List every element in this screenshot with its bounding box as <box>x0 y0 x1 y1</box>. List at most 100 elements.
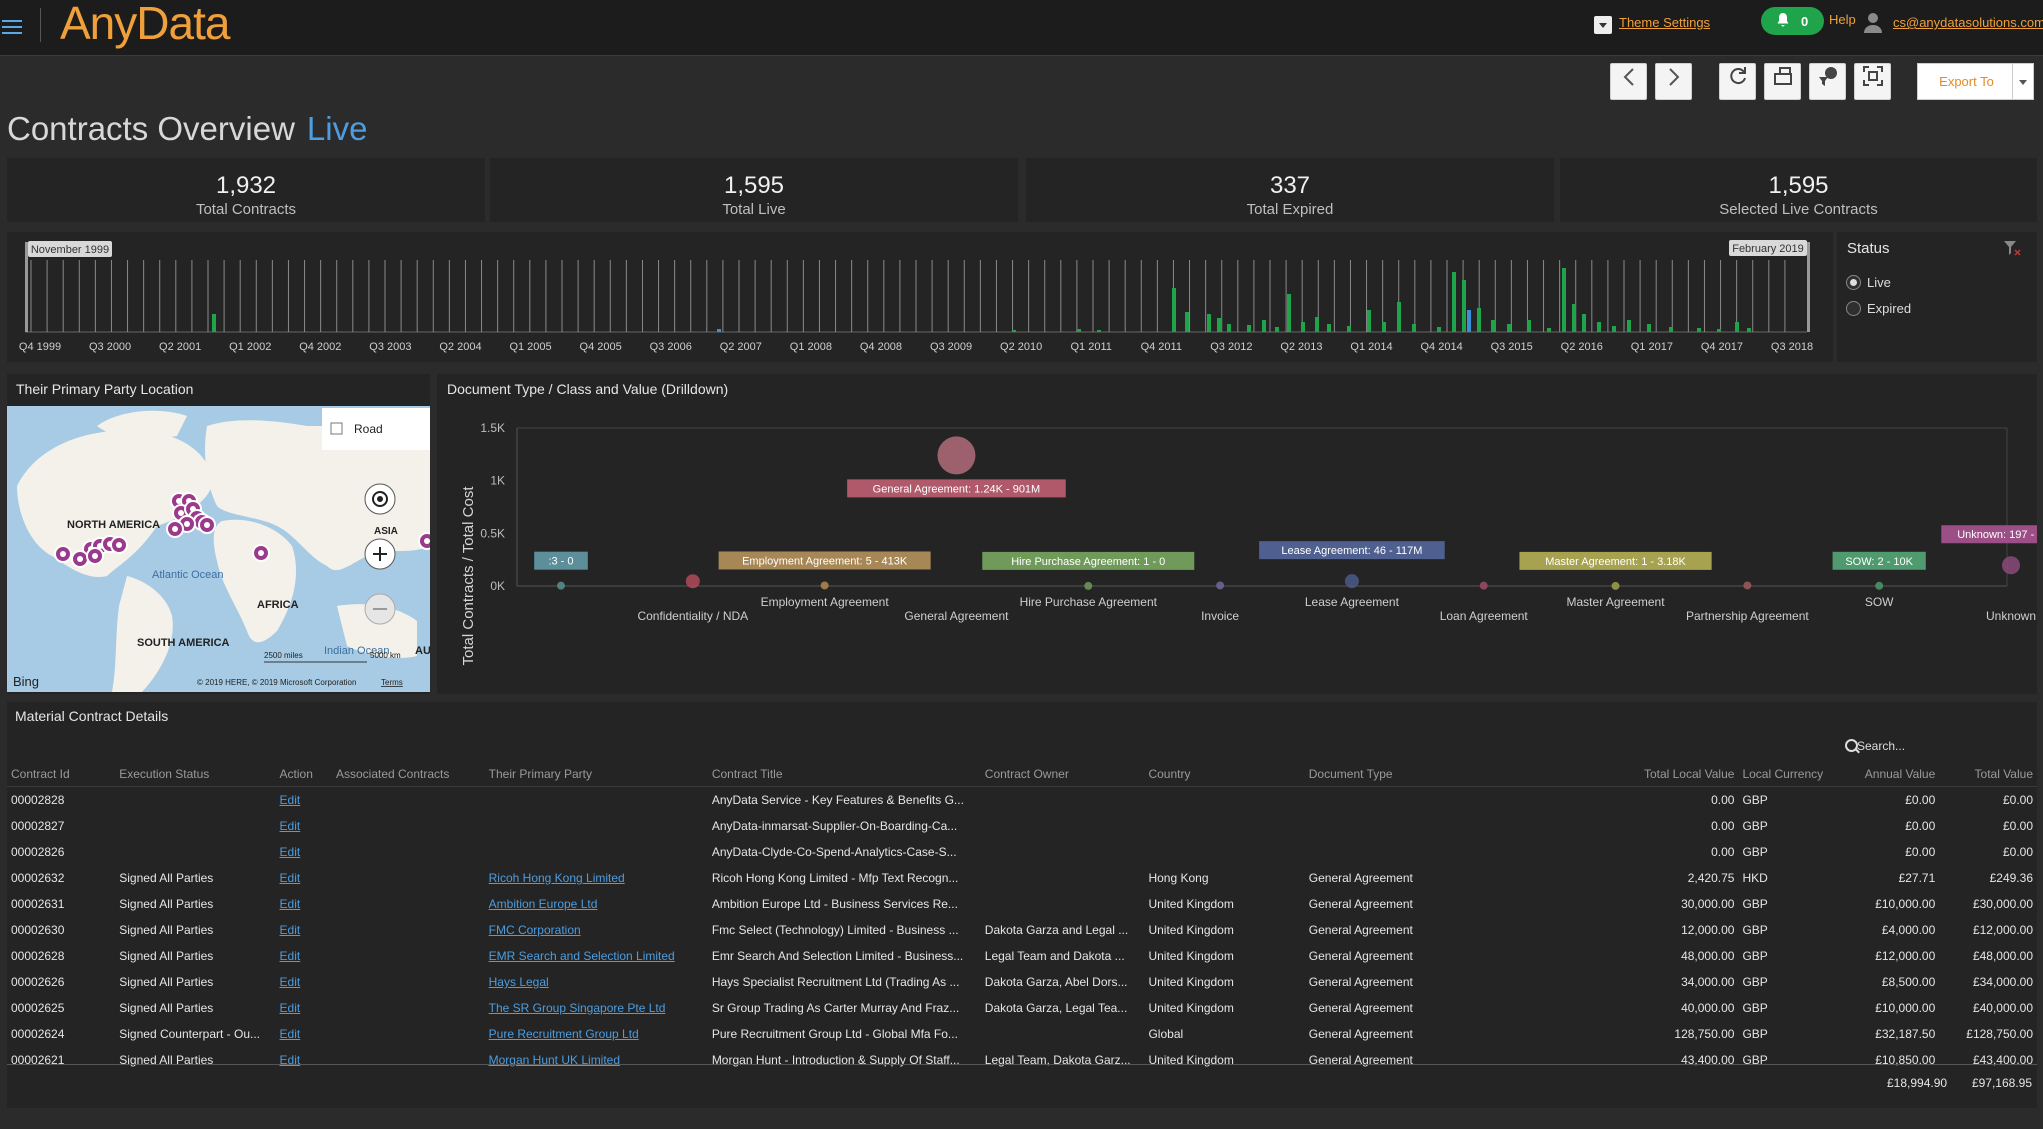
menu-icon[interactable] <box>2 16 22 36</box>
column-header[interactable]: Contract Title <box>707 762 981 787</box>
search-input[interactable]: Search... <box>1857 739 1905 753</box>
status-expired-radio[interactable] <box>1846 301 1861 316</box>
timeline-end-handle[interactable]: February 2019 <box>1729 240 1807 256</box>
export-button[interactable]: Export To <box>1917 63 2016 100</box>
edit-link[interactable]: Edit <box>280 975 301 989</box>
party-link[interactable]: Pure Recruitment Group Ltd <box>489 1027 639 1041</box>
edit-link[interactable]: Edit <box>280 923 301 937</box>
column-header[interactable]: Annual Value <box>1827 762 1940 787</box>
chart-point[interactable] <box>1084 581 1093 590</box>
column-header[interactable]: Their Primary Party <box>484 762 708 787</box>
export-dropdown-icon[interactable] <box>2012 63 2034 100</box>
table-row[interactable]: 00002828 Edit AnyData Service - Key Featur… <box>7 787 2037 814</box>
chart-point[interactable] <box>820 581 829 590</box>
column-header[interactable]: Action <box>275 762 332 787</box>
timeline-start-handle[interactable]: November 1999 <box>28 241 112 257</box>
column-header[interactable]: Contract Owner <box>980 762 1145 787</box>
theme-dropdown-icon[interactable] <box>1594 16 1612 34</box>
status-live-radio[interactable] <box>1846 275 1861 290</box>
table-row[interactable]: 00002826 Edit AnyData-Clyde-Co-Spend-Analy… <box>7 839 2037 865</box>
location-map[interactable]: NORTH AMERICA Atlantic Ocean AFRICA SOUT… <box>7 406 430 692</box>
help-link[interactable]: Help <box>1829 12 1856 27</box>
document-type-chart[interactable]: Total Contracts / Total Cost 0K 0.5K 1K 1.5… <box>437 404 2037 692</box>
user-email-link[interactable]: cs@anydatasolutions.com <box>1893 15 2043 30</box>
table-cell: Morgan Hunt - Introduction & Supply Of S… <box>711 1053 960 1067</box>
column-header[interactable]: Execution Status <box>115 762 276 787</box>
map-pin[interactable] <box>86 547 104 565</box>
table-cell: £128,750.00 <box>1966 1027 2033 1041</box>
table-row[interactable]: 00002621 Signed All Parties Edit Morgan Hun… <box>7 1047 2037 1073</box>
refresh-button[interactable] <box>1719 63 1756 100</box>
notifications-button[interactable]: 0 <box>1761 7 1824 35</box>
table-row[interactable]: 00002624 Signed Counterpart - Ou... Edit Pu… <box>7 1021 2037 1047</box>
filter-reset-button[interactable] <box>1809 63 1846 100</box>
column-header[interactable]: Total Value <box>1939 762 2037 787</box>
theme-settings-link[interactable]: Theme Settings <box>1619 15 1710 30</box>
chart-point[interactable] <box>1743 581 1752 590</box>
party-link[interactable]: The SR Group Singapore Pte Ltd <box>489 1001 666 1015</box>
map-pin[interactable] <box>71 550 89 568</box>
table-row[interactable]: 00002827 Edit AnyData-inmarsat-Supplier-On… <box>7 813 2037 839</box>
table-row[interactable]: 00002625 Signed All Parties Edit The SR Gro… <box>7 995 2037 1021</box>
chart-point[interactable] <box>1611 581 1620 590</box>
party-link[interactable]: EMR Search and Selection Limited <box>489 949 675 963</box>
edit-link[interactable]: Edit <box>280 1027 301 1041</box>
chart-point[interactable] <box>1344 574 1359 589</box>
table-cell <box>332 969 485 995</box>
map-pin[interactable] <box>418 532 430 550</box>
chart-callout: Lease Agreement: 46 - 117M <box>1259 541 1445 560</box>
column-header[interactable]: Local Currency <box>1738 762 1828 787</box>
timeline-bar <box>1077 329 1081 332</box>
table-row[interactable]: 00002626 Signed All Parties Edit Hays Legal… <box>7 969 2037 995</box>
table-row[interactable]: 00002632 Signed All Parties Edit Ricoh Hong… <box>7 865 2037 891</box>
map-pin[interactable] <box>110 536 128 554</box>
chart-point[interactable] <box>2002 556 2020 575</box>
chart-point[interactable] <box>1479 581 1488 590</box>
edit-link[interactable]: Edit <box>280 819 301 833</box>
fullscreen-button[interactable] <box>1854 63 1891 100</box>
zoom-out-button[interactable] <box>364 593 396 625</box>
status-live-label[interactable]: Live <box>1867 275 1891 290</box>
timeline-svg[interactable]: Q4 1999 Q3 2000 Q2 2001 Q1 2002 Q4 2002 Q3 20… <box>7 232 1833 362</box>
chart-point[interactable] <box>685 574 700 589</box>
edit-link[interactable]: Edit <box>280 793 301 807</box>
timeline-chart[interactable]: Q4 1999 Q3 2000 Q2 2001 Q1 2002 Q4 2002 Q3 20… <box>7 232 1833 362</box>
party-link[interactable]: Ricoh Hong Kong Limited <box>489 871 625 885</box>
edit-link[interactable]: Edit <box>280 949 301 963</box>
user-icon[interactable] <box>1863 12 1883 34</box>
chart-point[interactable] <box>1875 581 1884 590</box>
column-header[interactable]: Country <box>1144 762 1305 787</box>
table-row[interactable]: 00002630 Signed All Parties Edit FMC Corpor… <box>7 917 2037 943</box>
party-link[interactable]: Ambition Europe Ltd <box>489 897 598 911</box>
forward-button[interactable] <box>1655 63 1692 100</box>
table-cell <box>332 787 485 814</box>
edit-link[interactable]: Edit <box>280 897 301 911</box>
chart-point[interactable] <box>937 436 976 475</box>
bookmark-button[interactable] <box>1764 63 1801 100</box>
column-header[interactable]: Document Type <box>1304 762 1610 787</box>
map-pin[interactable] <box>252 544 270 562</box>
chart-point[interactable] <box>1216 581 1225 590</box>
timeline-tick-label: Q4 2017 <box>1701 341 1743 353</box>
party-link[interactable]: FMC Corporation <box>489 923 581 937</box>
map-pin[interactable] <box>198 516 216 534</box>
column-header[interactable]: Total Local Value <box>1609 762 1739 787</box>
table-row[interactable]: 00002628 Signed All Parties Edit EMR Search… <box>7 943 2037 969</box>
map-pin[interactable] <box>166 520 184 538</box>
edit-link[interactable]: Edit <box>280 845 301 859</box>
status-expired-label[interactable]: Expired <box>1867 301 1911 316</box>
map-pin[interactable] <box>54 545 72 563</box>
table-cell: Fmc Select (Technology) Limited - Busine… <box>711 923 959 937</box>
table-row[interactable]: 00002631 Signed All Parties Edit Ambition E… <box>7 891 2037 917</box>
map-style-button[interactable]: Road <box>322 408 430 450</box>
locate-me-button[interactable] <box>364 483 396 515</box>
party-link[interactable]: Hays Legal <box>489 975 549 989</box>
edit-link[interactable]: Edit <box>280 1001 301 1015</box>
chart-point[interactable] <box>557 581 565 590</box>
column-header[interactable]: Associated Contracts <box>331 762 485 787</box>
back-button[interactable] <box>1610 63 1647 100</box>
edit-link[interactable]: Edit <box>280 871 301 885</box>
filter-clear-icon[interactable] <box>2003 240 2021 256</box>
column-header[interactable]: Contract Id <box>7 762 116 787</box>
zoom-in-button[interactable] <box>364 538 396 570</box>
